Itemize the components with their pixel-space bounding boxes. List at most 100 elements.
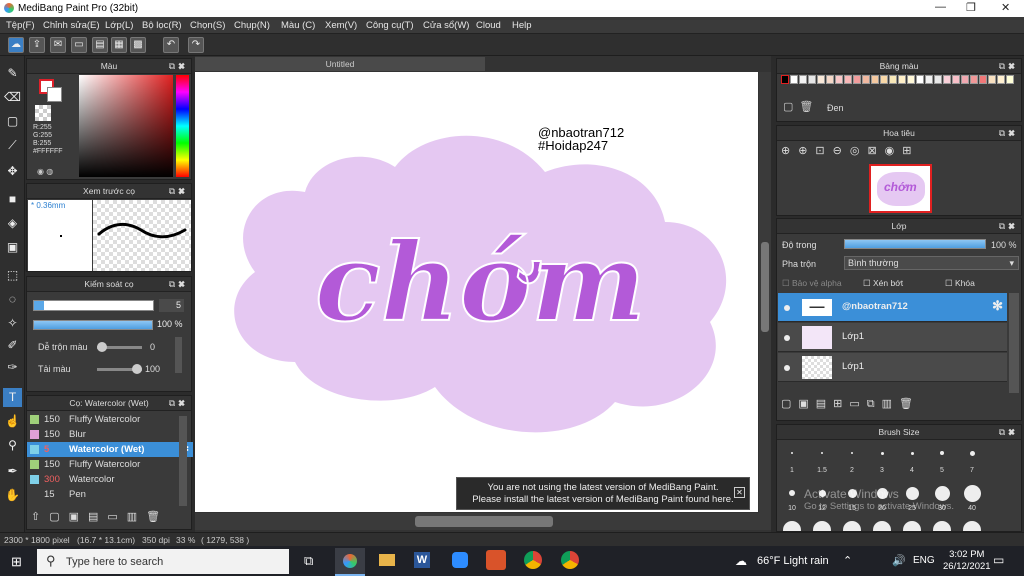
close-notice-button[interactable]: ✕: [734, 487, 745, 498]
chrome-profile-icon[interactable]: [561, 551, 579, 569]
lock-checkbox[interactable]: ☐ Khóa: [945, 278, 975, 289]
protect-alpha-checkbox[interactable]: ☐ Bảo vệ alpha: [782, 278, 842, 289]
bucket-tool-icon[interactable]: ◈: [3, 214, 22, 233]
menu-snap[interactable]: Chụp(N): [234, 20, 270, 31]
palette-swatch[interactable]: [889, 75, 897, 84]
brush-tool-icon[interactable]: ✎: [3, 64, 22, 83]
rectangle-tool-icon[interactable]: ▢: [3, 112, 22, 131]
brush-list-scrollbar[interactable]: [179, 416, 187, 506]
menu-file[interactable]: Tệp(F): [6, 20, 35, 31]
gear-icon[interactable]: ✻: [992, 298, 1003, 314]
layer-actions[interactable]: ▢▣▤⊞▭⧉▥🗑: [781, 397, 920, 411]
blend-slider[interactable]: [97, 342, 142, 352]
notification-icon[interactable]: ▭: [993, 553, 1004, 567]
brush-item[interactable]: 300 Watercolor: [27, 472, 193, 487]
palette-swatch[interactable]: [817, 75, 825, 84]
brush-item-selected[interactable]: 5Watercolor (Wet)✻: [27, 442, 193, 457]
menu-window[interactable]: Cửa sổ(W): [423, 20, 469, 31]
brush-size-option[interactable]: [910, 451, 914, 455]
eye-icon[interactable]: [784, 365, 790, 371]
eraser-tool-icon[interactable]: ⌫: [3, 88, 22, 107]
chat-icon[interactable]: ▭: [71, 37, 87, 53]
eye-icon[interactable]: [784, 335, 790, 341]
update-notice[interactable]: You are not using the latest version of …: [456, 477, 750, 510]
palette-swatch[interactable]: [880, 75, 888, 84]
eye-icon[interactable]: [784, 305, 790, 311]
load-slider[interactable]: [97, 364, 142, 374]
comment-icon[interactable]: ✉: [50, 37, 66, 53]
palette-swatch[interactable]: [790, 75, 798, 84]
brush-item[interactable]: 150 Fluffy Watercolor: [27, 412, 193, 427]
file-explorer-icon[interactable]: [379, 554, 395, 566]
select-tool-icon[interactable]: ⬚: [3, 266, 22, 285]
brush-size-option[interactable]: [783, 521, 801, 531]
layer-row[interactable]: Lớp1: [778, 323, 1007, 352]
menu-tools[interactable]: Công cụ(T): [366, 20, 414, 31]
background-color-swatch[interactable]: [47, 87, 62, 102]
brush-size-option[interactable]: [969, 450, 975, 456]
palette-swatch[interactable]: [916, 75, 924, 84]
clock[interactable]: 3:02 PM 26/12/2021: [943, 549, 991, 573]
panel-controls-icon[interactable]: ⧉✖: [169, 184, 188, 199]
menu-filter[interactable]: Bộ lọc(R): [142, 20, 182, 31]
palette-swatch[interactable]: [961, 75, 969, 84]
layer-scrollbar[interactable]: [1009, 293, 1019, 393]
navigator-thumbnail[interactable]: chớm: [869, 164, 932, 213]
panel-controls-icon[interactable]: ⧉✖: [169, 277, 188, 292]
line-tool-icon[interactable]: ⟋: [3, 136, 22, 155]
palette-swatch[interactable]: [979, 75, 987, 84]
undo-icon[interactable]: ↶: [163, 37, 179, 53]
menu-cloud[interactable]: Cloud: [476, 20, 501, 31]
word-icon[interactable]: W: [414, 552, 430, 568]
cloud-icon[interactable]: ☁: [8, 37, 24, 53]
palette-swatch[interactable]: [862, 75, 870, 84]
taskbar-search-box[interactable]: ⚲ Type here to search: [37, 549, 289, 574]
brush-size-option[interactable]: [963, 484, 981, 502]
brush-size-value[interactable]: 5: [159, 299, 184, 312]
menu-help[interactable]: Help: [512, 20, 532, 31]
palette-swatch[interactable]: [943, 75, 951, 84]
text-tool-icon[interactable]: T: [3, 388, 22, 407]
brush-size-option[interactable]: [933, 521, 951, 531]
blend-mode-select[interactable]: Bình thường ▾: [844, 256, 1019, 270]
task-view-icon[interactable]: ⧉: [304, 553, 313, 569]
palette-swatch[interactable]: [988, 75, 996, 84]
move-tool-icon[interactable]: ✥: [3, 162, 22, 181]
menu-select[interactable]: Chọn(S): [190, 20, 225, 31]
palette-swatch[interactable]: [925, 75, 933, 84]
select-pen-tool-icon[interactable]: ✐: [3, 336, 22, 355]
brush-size-option[interactable]: [963, 521, 981, 531]
panel-controls-icon[interactable]: ⧉✖: [169, 59, 188, 74]
saturation-value-picker[interactable]: [79, 75, 173, 177]
magic-wand-tool-icon[interactable]: ✧: [3, 314, 22, 333]
brush-control-scrollbar[interactable]: [175, 337, 182, 373]
palette-swatch[interactable]: [844, 75, 852, 84]
redo-icon[interactable]: ↷: [188, 37, 204, 53]
medibang-taskbar-icon[interactable]: [335, 548, 365, 576]
brush-item[interactable]: 150 Fluffy Watercolor: [27, 457, 193, 472]
brush-size-option[interactable]: [813, 521, 831, 531]
brush-size-option[interactable]: [843, 521, 861, 531]
menu-color[interactable]: Màu (C): [281, 20, 315, 31]
zoom-icon[interactable]: [452, 552, 468, 568]
close-button[interactable]: ✕: [1001, 1, 1010, 14]
grid-icon[interactable]: ▦: [111, 37, 127, 53]
weather-icon[interactable]: ☁: [735, 554, 747, 568]
menu-view[interactable]: Xem(V): [325, 20, 357, 31]
volume-icon[interactable]: 🔊: [892, 554, 906, 567]
panel-controls-icon[interactable]: ⧉✖: [999, 425, 1018, 440]
layer-row-selected[interactable]: ▬▬▬ @nbaotran712 ✻: [778, 293, 1007, 322]
weather-text[interactable]: 66°F Light rain: [757, 555, 829, 567]
clipping-checkbox[interactable]: ☐ Xén bớt: [863, 278, 903, 289]
palette-swatch[interactable]: [871, 75, 879, 84]
menu-layer[interactable]: Lớp(L): [105, 20, 133, 31]
lasso-tool-icon[interactable]: ◌: [3, 290, 22, 309]
brush-size-option[interactable]: [940, 451, 944, 455]
layer-opacity-slider[interactable]: [844, 239, 986, 249]
brush-list-actions[interactable]: ⇧▢▣▤▭▥🗑: [31, 510, 169, 523]
maximize-button[interactable]: ❐: [966, 1, 976, 14]
palette-swatch[interactable]: [970, 75, 978, 84]
minimize-button[interactable]: —: [935, 1, 946, 13]
chevron-up-icon[interactable]: ⌃: [843, 554, 852, 567]
navigator-toolbar[interactable]: ⊕⊕⊡⊖◎⊠◉⊞: [781, 144, 920, 157]
